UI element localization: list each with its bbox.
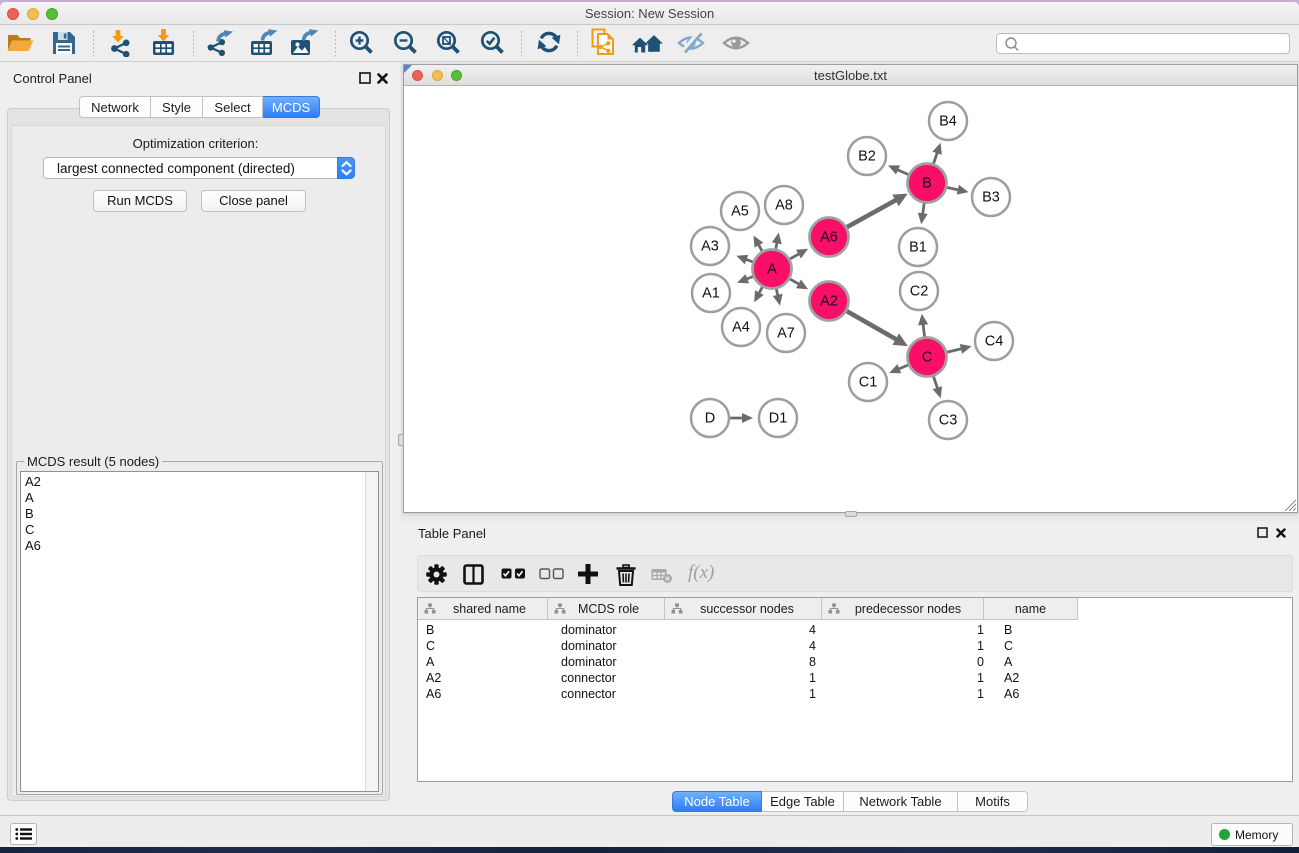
svg-text:A5: A5 bbox=[731, 204, 749, 220]
svg-text:C: C bbox=[922, 350, 932, 366]
svg-text:A2: A2 bbox=[820, 294, 838, 310]
svg-text:B1: B1 bbox=[909, 240, 927, 256]
svg-text:C3: C3 bbox=[939, 413, 958, 429]
svg-text:A3: A3 bbox=[701, 239, 719, 255]
svg-text:B3: B3 bbox=[982, 190, 1000, 206]
svg-text:B: B bbox=[922, 176, 932, 192]
svg-text:B2: B2 bbox=[858, 149, 876, 165]
svg-text:C1: C1 bbox=[859, 375, 878, 391]
svg-text:D1: D1 bbox=[769, 411, 788, 427]
svg-text:B4: B4 bbox=[939, 114, 957, 130]
svg-text:A7: A7 bbox=[777, 326, 795, 342]
svg-text:C2: C2 bbox=[910, 284, 929, 300]
svg-text:A4: A4 bbox=[732, 320, 750, 336]
svg-text:A1: A1 bbox=[702, 286, 720, 302]
svg-text:D: D bbox=[705, 411, 715, 427]
svg-text:C4: C4 bbox=[985, 334, 1004, 350]
svg-text:A8: A8 bbox=[775, 198, 793, 214]
svg-text:A: A bbox=[767, 262, 777, 278]
svg-text:A6: A6 bbox=[820, 230, 838, 246]
